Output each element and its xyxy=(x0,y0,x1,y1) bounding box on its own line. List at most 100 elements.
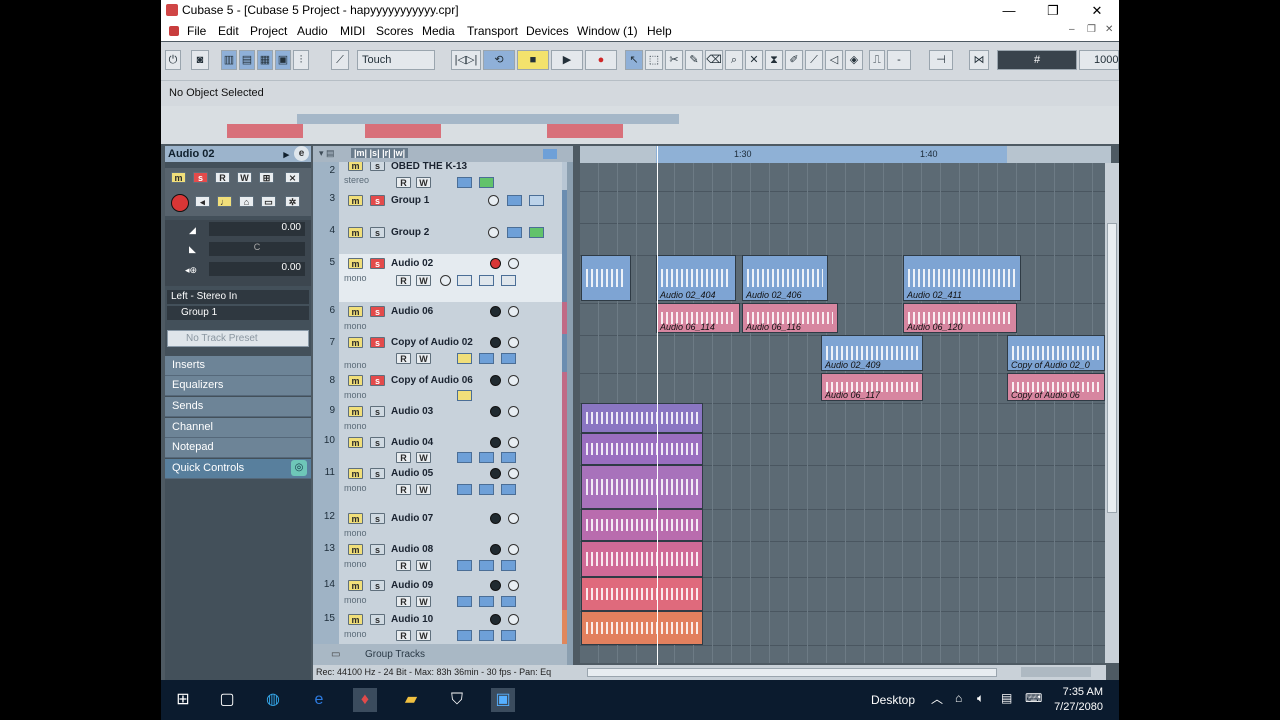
mute-button[interactable]: m xyxy=(348,513,363,524)
grid-value-field[interactable]: 1000 xyxy=(1079,50,1119,70)
inspector-section-equalizers[interactable]: Equalizers xyxy=(165,376,311,396)
grid-type-icon[interactable]: # xyxy=(997,50,1077,70)
inspector-section-inserts[interactable]: Inserts xyxy=(165,356,311,376)
track-name[interactable]: OBED THE K-13 xyxy=(391,162,467,172)
inspector-section-notepad[interactable]: Notepad xyxy=(165,438,311,458)
solo-button[interactable]: s xyxy=(370,544,385,555)
store-icon[interactable]: ⛉ xyxy=(445,688,469,712)
menu-window[interactable]: Window (1) xyxy=(577,24,638,38)
zoom-tool-icon[interactable]: ⌕ xyxy=(725,50,743,70)
sends-icon[interactable] xyxy=(501,596,516,607)
insert-icon[interactable] xyxy=(457,596,472,607)
sends-icon[interactable] xyxy=(501,353,516,364)
mute-button[interactable]: m xyxy=(348,227,363,238)
mute-button[interactable]: m xyxy=(348,580,363,591)
mute-button[interactable]: m xyxy=(348,614,363,625)
track-name[interactable]: Group 2 xyxy=(391,227,429,238)
track-name[interactable]: Audio 03 xyxy=(391,406,433,417)
network-icon[interactable]: ⌂ xyxy=(955,691,962,705)
windows-start-icon[interactable]: ⊞ xyxy=(171,688,195,712)
infoline-toggle-icon[interactable]: ▤ xyxy=(239,50,255,70)
cycle-button[interactable]: ⟲ xyxy=(483,50,515,70)
read-button[interactable]: R xyxy=(396,484,411,495)
cubase-taskbar-icon[interactable]: ♦ xyxy=(353,688,377,712)
eq-icon[interactable] xyxy=(479,596,494,607)
range-tool-icon[interactable]: ⬚ xyxy=(645,50,663,70)
track-row[interactable]: 2 m s OBED THE K-13 stereo R W xyxy=(313,162,567,191)
monitor-button[interactable] xyxy=(508,306,519,317)
track-name[interactable]: Audio 09 xyxy=(391,580,433,591)
snap-toggle-icon[interactable]: ⊣ xyxy=(929,50,953,70)
insert-icon[interactable] xyxy=(457,484,472,495)
menu-edit[interactable]: Edit xyxy=(218,24,239,38)
menu-transport[interactable]: Transport xyxy=(467,24,518,38)
read-button[interactable]: R xyxy=(396,275,411,286)
record-enable-button[interactable] xyxy=(490,513,501,524)
audio-event[interactable]: Audio 02_411 xyxy=(903,255,1021,301)
mute-button[interactable]: m xyxy=(348,306,363,317)
eq-icon[interactable] xyxy=(529,227,544,238)
record-enable-button[interactable] xyxy=(490,337,501,348)
play-button[interactable]: ▶ xyxy=(551,50,583,70)
menu-audio[interactable]: Audio xyxy=(297,24,328,38)
audio-event[interactable] xyxy=(581,509,703,541)
inspector-section-channel[interactable]: Channel xyxy=(165,418,311,438)
mdi-close-icon[interactable]: ✕ xyxy=(1105,24,1113,35)
write-button[interactable]: W xyxy=(416,177,431,188)
vertical-scrollbar[interactable] xyxy=(1105,163,1119,663)
mute-button[interactable]: m xyxy=(348,195,363,206)
menu-file[interactable]: File xyxy=(187,24,206,38)
sends-icon[interactable] xyxy=(501,275,516,286)
track-row[interactable]: 13 m s Audio 08 mono R W xyxy=(313,540,567,577)
audio-event[interactable] xyxy=(581,465,703,509)
stop-button[interactable]: ■ xyxy=(517,50,549,70)
mute-button[interactable]: m xyxy=(348,337,363,348)
write-button[interactable]: W xyxy=(416,275,431,286)
record-enable-button[interactable] xyxy=(490,614,501,625)
monitor-button[interactable] xyxy=(508,468,519,479)
solo-button[interactable]: s xyxy=(370,614,385,625)
quick-controls-icon[interactable]: ◎ xyxy=(291,460,307,476)
file-explorer-icon[interactable]: ▰ xyxy=(399,688,423,712)
output-routing-select[interactable]: Group 1 xyxy=(167,306,309,320)
eraser-tool-icon[interactable]: ⌫ xyxy=(705,50,723,70)
cycle-range-bar[interactable]: 1:30 1:40 xyxy=(656,146,1007,163)
automation-icon[interactable]: ⟋ xyxy=(331,50,349,70)
record-button[interactable]: ● xyxy=(585,50,617,70)
sends-icon[interactable] xyxy=(501,630,516,641)
autoscroll-icon[interactable]: ⎍ xyxy=(869,50,885,70)
track-name[interactable]: Group 1 xyxy=(391,195,429,206)
mixer-toggle-icon[interactable]: ⫶ xyxy=(293,50,309,70)
insert-icon[interactable] xyxy=(457,353,472,364)
minimize-button[interactable]: — xyxy=(987,0,1031,21)
inspector-write-button[interactable]: W xyxy=(237,172,252,183)
record-enable-button[interactable] xyxy=(490,544,501,555)
audio-event[interactable] xyxy=(581,577,703,611)
write-button[interactable]: W xyxy=(416,484,431,495)
track-name[interactable]: Audio 10 xyxy=(391,614,433,625)
edit-channel-icon[interactable] xyxy=(440,275,451,286)
solo-button[interactable]: s xyxy=(370,375,385,386)
read-button[interactable]: R xyxy=(396,630,411,641)
insert-icon[interactable] xyxy=(457,390,472,401)
menu-project[interactable]: Project xyxy=(250,24,287,38)
track-row[interactable]: 6 m s Audio 06 mono xyxy=(313,302,567,335)
insert-icon[interactable] xyxy=(457,452,472,463)
snap-to-zero-icon[interactable]: ⋈ xyxy=(969,50,989,70)
chevron-up-icon[interactable]: ︿ xyxy=(931,690,943,707)
inspector-record-enable-button[interactable] xyxy=(171,194,189,212)
record-enable-button[interactable] xyxy=(490,468,501,479)
track-row[interactable]: 7 m s Copy of Audio 02 mono R W xyxy=(313,334,567,373)
audio-event[interactable]: Audio 06_120 xyxy=(903,303,1017,333)
inspector-section-quick-controls[interactable]: Quick Controls ◎ xyxy=(165,459,311,479)
mute-button[interactable]: m xyxy=(348,258,363,269)
inspector-read-button[interactable]: R xyxy=(215,172,230,183)
inspector-track-header[interactable]: Audio 02 ▸ e xyxy=(165,146,311,162)
track-row[interactable]: 10 m s Audio 04 R W xyxy=(313,432,567,465)
record-enable-button[interactable] xyxy=(490,580,501,591)
app-taskbar-icon[interactable]: ▣ xyxy=(491,688,515,712)
constrain-delay-button[interactable]: ◙ xyxy=(191,50,209,70)
app-menu-icon[interactable] xyxy=(169,26,179,36)
audio-event[interactable]: Audio 06_116 xyxy=(742,303,838,333)
close-button[interactable]: ✕ xyxy=(1075,0,1119,21)
